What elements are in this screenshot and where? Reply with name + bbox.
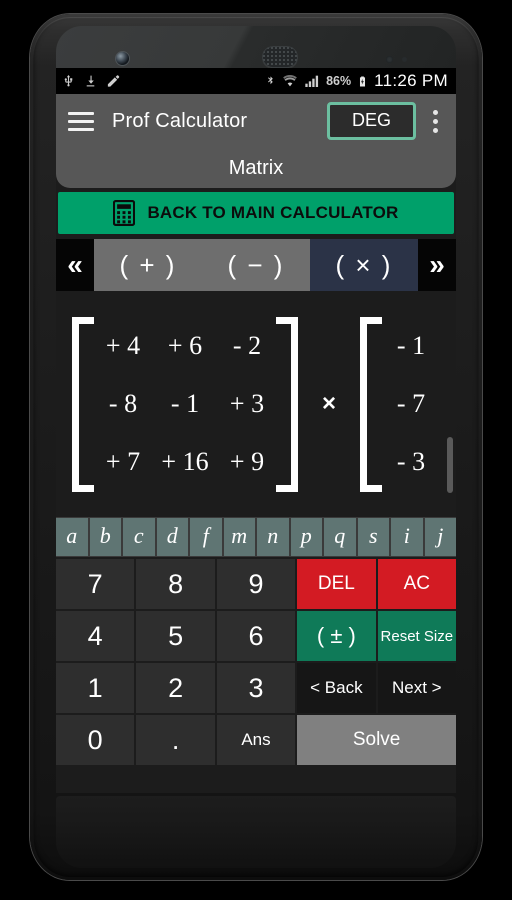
operation-subtract-button[interactable]: ( − ) (202, 239, 310, 291)
app-title: Prof Calculator (112, 109, 248, 132)
matrix-b-cell[interactable]: - 7 (380, 389, 442, 419)
key-0[interactable]: 0 (56, 715, 135, 765)
angle-mode-button[interactable]: DEG (326, 102, 416, 140)
matrix-b-cell[interactable]: + (442, 389, 456, 419)
variable-key-m[interactable]: m (223, 518, 255, 556)
matrix-editor[interactable]: + 4 + 6 - 2 - 8 - 1 + 3 + 7 + 16 + 9 × -… (56, 291, 456, 517)
delete-button[interactable]: DEL (297, 559, 376, 609)
variable-key-c[interactable]: c (123, 518, 155, 556)
sign-toggle-button[interactable]: ( ± ) (297, 611, 376, 661)
matrix-b: - 1 + - 7 + - 3 + (358, 316, 456, 492)
key-7[interactable]: 7 (56, 559, 135, 609)
variable-key-d[interactable]: d (156, 518, 188, 556)
next-operation-button[interactable]: » (418, 239, 456, 291)
app-toolbar: Prof Calculator DEG (56, 94, 456, 148)
key-decimal-point[interactable]: . (136, 715, 215, 765)
bluetooth-icon (268, 76, 273, 85)
numeric-keypad: 7 8 9 DEL AC 4 5 6 ( ± ) Reset Size 1 2 … (56, 557, 456, 765)
solve-button[interactable]: Solve (297, 715, 456, 765)
matrix-a-grid: + 4 + 6 - 2 - 8 - 1 + 3 + 7 + 16 + 9 (92, 317, 278, 492)
matrix-a-left-bracket (70, 316, 94, 492)
reset-size-button[interactable]: Reset Size (377, 611, 456, 661)
variable-key-q[interactable]: q (324, 518, 356, 556)
page-title: Matrix (56, 148, 456, 188)
status-bar-left-icons (62, 73, 121, 89)
matrix-a-cell[interactable]: - 1 (154, 389, 216, 419)
variable-key-s[interactable]: s (357, 518, 389, 556)
earpiece-speaker (262, 46, 298, 68)
matrix-a-cell[interactable]: - 2 (216, 331, 278, 361)
status-bar-right-icons: 86% 11:26 PM (265, 71, 448, 91)
back-to-main-calculator-button[interactable]: BACK TO MAIN CALCULATOR (58, 192, 454, 234)
status-bar-clock: 11:26 PM (374, 71, 448, 90)
matrix-a-cell[interactable]: + 6 (154, 331, 216, 361)
phone-bottom-bezel (56, 796, 456, 868)
variable-key-n[interactable]: n (257, 518, 289, 556)
operation-multiply-button[interactable]: ( × ) (310, 239, 418, 291)
download-icon (86, 75, 95, 87)
operation-selector: « ( + ) ( − ) ( × ) » (56, 239, 456, 291)
key-8[interactable]: 8 (136, 559, 215, 609)
phone-screen: 86% 11:26 PM Prof Calculator DEG Matrix (56, 68, 456, 793)
matrix-b-cell[interactable]: + (442, 331, 456, 361)
matrix-a-cell[interactable]: + 3 (216, 389, 278, 419)
prev-operation-button[interactable]: « (56, 239, 94, 291)
key-5[interactable]: 5 (136, 611, 215, 661)
back-button[interactable]: < Back (297, 663, 376, 713)
matrix-b-cell[interactable]: - 1 (380, 331, 442, 361)
matrix-a-cell[interactable]: + 9 (216, 447, 278, 477)
matrix-b-cell[interactable]: - 3 (380, 447, 442, 477)
key-4[interactable]: 4 (56, 611, 135, 661)
cellular-signal-icon (305, 75, 319, 87)
key-3[interactable]: 3 (216, 663, 296, 713)
variable-key-p[interactable]: p (290, 518, 322, 556)
back-to-main-calculator-label: BACK TO MAIN CALCULATOR (147, 203, 399, 222)
matrix-a-cell[interactable]: + 7 (92, 447, 154, 477)
answer-button[interactable]: Ans (216, 715, 296, 765)
next-button[interactable]: Next > (377, 663, 456, 713)
edit-pencil-icon (107, 75, 120, 87)
key-6[interactable]: 6 (216, 611, 296, 661)
proximity-sensor (386, 56, 393, 63)
matrix-a-cell[interactable]: + 16 (154, 447, 216, 477)
battery-percent: 86% (326, 74, 352, 88)
all-clear-button[interactable]: AC (377, 559, 456, 609)
phone-device: 86% 11:26 PM Prof Calculator DEG Matrix (30, 14, 482, 880)
matrix-a-cell[interactable]: + 4 (92, 331, 154, 361)
status-bar: 86% 11:26 PM (56, 68, 456, 94)
matrix-a-right-bracket (276, 316, 300, 492)
back-to-main-wrapper: BACK TO MAIN CALCULATOR (56, 188, 456, 236)
calculator-icon (113, 200, 136, 226)
matrix-operator-symbol: × (322, 390, 337, 417)
operation-add-button[interactable]: ( + ) (94, 239, 202, 291)
hamburger-menu-icon[interactable] (68, 111, 94, 131)
variable-key-i[interactable]: i (391, 518, 423, 556)
variable-key-j[interactable]: j (424, 518, 456, 556)
matrix-a: + 4 + 6 - 2 - 8 - 1 + 3 + 7 + 16 + 9 (70, 316, 300, 492)
variable-key-f[interactable]: f (190, 518, 222, 556)
matrix-b-grid: - 1 + - 7 + - 3 + (380, 317, 456, 492)
overflow-menu-icon[interactable] (422, 109, 448, 133)
matrix-a-cell[interactable]: - 8 (92, 389, 154, 419)
key-2[interactable]: 2 (136, 663, 215, 713)
variable-key-b[interactable]: b (89, 518, 121, 556)
matrix-horizontal-scrollbar[interactable] (447, 437, 453, 493)
variable-key-row: a b c d f m n p q s i j (56, 517, 456, 557)
variable-key-a[interactable]: a (56, 518, 88, 556)
usb-icon (64, 75, 73, 87)
battery-charging-icon (360, 75, 366, 87)
front-camera (116, 52, 129, 65)
matrix-b-left-bracket (358, 316, 383, 492)
wifi-icon (283, 75, 297, 87)
key-1[interactable]: 1 (56, 663, 135, 713)
light-sensor (402, 57, 407, 62)
key-9[interactable]: 9 (216, 559, 296, 609)
